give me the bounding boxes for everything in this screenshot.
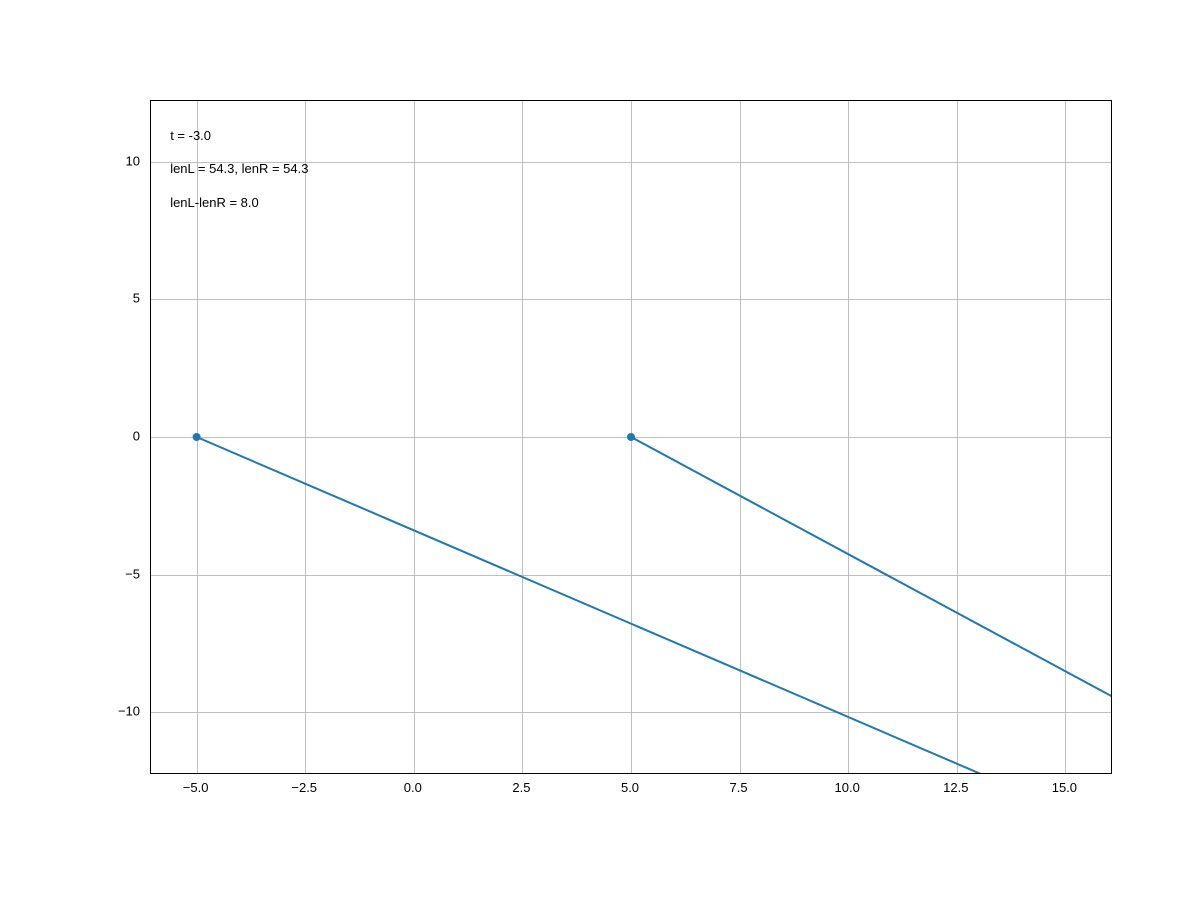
x-tick-label: −2.5	[291, 780, 317, 795]
x-tick-label: 7.5	[730, 780, 748, 795]
annotation-lenL-lenR-values: lenL = 54.3, lenR = 54.3	[170, 161, 308, 176]
x-tick-label: 2.5	[512, 780, 530, 795]
x-tick-label: 5.0	[621, 780, 639, 795]
y-tick-label: −10	[118, 704, 140, 719]
plot-svg	[151, 101, 1111, 773]
marker-point	[193, 433, 201, 441]
x-tick-label: 10.0	[835, 780, 860, 795]
y-tick-label: 5	[133, 291, 140, 306]
x-tick-label: 15.0	[1052, 780, 1077, 795]
annotation-lenL-minus-lenR: lenL-lenR = 8.0	[170, 195, 259, 210]
line-series-right	[631, 437, 1200, 900]
y-tick-label: −5	[125, 566, 140, 581]
y-tick-label: 10	[126, 153, 140, 168]
chart-plot-area: t = -3.0 lenL = 54.3, lenR = 54.3 lenL-l…	[150, 100, 1112, 774]
marker-point	[627, 433, 635, 441]
y-tick-label: 0	[133, 429, 140, 444]
line-series-left	[197, 437, 1200, 900]
x-tick-label: −5.0	[183, 780, 209, 795]
x-tick-label: 0.0	[404, 780, 422, 795]
x-tick-label: 12.5	[943, 780, 968, 795]
annotation-t: t = -3.0	[170, 128, 211, 143]
